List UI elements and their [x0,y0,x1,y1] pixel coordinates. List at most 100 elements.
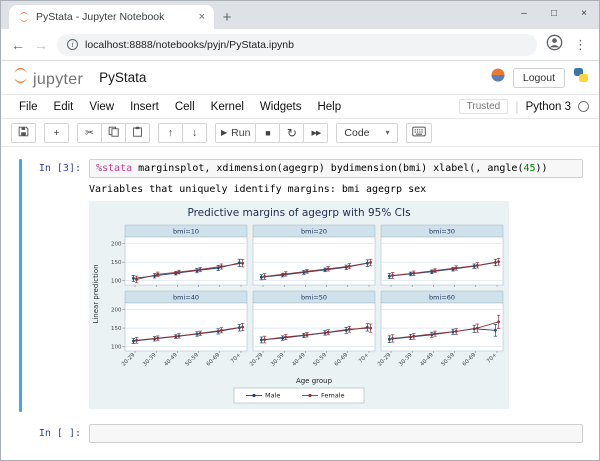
move-cell-up-button[interactable]: ↑ [158,123,183,143]
jupyter-header: jupyter PyStata Logout [1,61,599,95]
browser-tab-bar: PyStata - Jupyter Notebook × + – □ × [1,1,599,29]
svg-text:Linear prediction: Linear prediction [92,264,100,323]
jupyter-logo[interactable]: jupyter [11,67,83,89]
copy-icon [108,126,119,140]
code-token: marginsplot, xdimension(agegrp) bydimens… [132,163,523,174]
svg-text:bmi=30: bmi=30 [429,228,455,236]
jupyter-logo-icon [11,67,30,89]
trusted-badge[interactable]: Trusted [459,99,509,114]
svg-text:bmi=20: bmi=20 [301,228,327,236]
svg-text:Predictive margins of agegrp w: Predictive margins of agegrp with 95% CI… [187,207,410,219]
app-badge-icon [491,68,505,87]
selected-cell-indicator [19,159,22,412]
menu-kernel[interactable]: Kernel [203,101,252,113]
cut-cell-button[interactable]: ✂ [77,123,102,143]
kernel-name: Python 3 [526,101,571,113]
keyboard-icon [412,126,426,140]
empty-input-prompt: In [ ]: [27,424,89,439]
svg-text:Age group: Age group [296,377,333,385]
svg-text:100: 100 [111,279,122,285]
command-palette-button[interactable] [406,123,432,143]
menu-cell[interactable]: Cell [167,101,203,113]
save-button[interactable] [11,123,36,143]
arrow-down-icon: ↓ [192,127,197,139]
input-prompt: In [3]: [27,159,89,174]
browser-navbar: ← → i localhost:8888/notebooks/pyjn/PySt… [1,29,599,61]
svg-text:100: 100 [111,345,122,351]
copy-cell-button[interactable] [101,123,126,143]
menu-insert[interactable]: Insert [122,101,167,113]
svg-text:150: 150 [111,326,122,332]
profile-avatar-icon[interactable] [546,34,563,56]
menu-view[interactable]: View [81,101,122,113]
code-editor[interactable]: %stata marginsplot, xdimension(agegrp) b… [89,159,583,178]
svg-text:bmi=10: bmi=10 [173,228,199,236]
url-text[interactable]: localhost:8888/notebooks/pyjn/PyStata.ip… [85,39,294,51]
restart-run-all-button[interactable]: ▶▶ [303,123,328,143]
kernel-separator: | [515,99,518,114]
menu-file[interactable]: File [11,101,46,113]
menu-help[interactable]: Help [309,101,349,113]
url-bar[interactable]: i localhost:8888/notebooks/pyjn/PyStata.… [57,34,537,56]
code-token-close: )) [536,163,548,174]
python-logo-icon [573,67,589,88]
interrupt-kernel-button[interactable]: ■ [255,123,280,143]
stop-icon: ■ [265,128,270,138]
code-cell-selected[interactable]: In [3]: %stata marginsplot, xdimension(a… [19,157,583,414]
notebook-toolbar: + ✂ ↑ [1,119,599,147]
jupyter-logo-text: jupyter [33,71,83,89]
restart-kernel-button[interactable]: ↻ [279,123,304,143]
back-icon[interactable]: ← [11,37,25,53]
menu-widgets[interactable]: Widgets [252,101,310,113]
tab-title: PyStata - Jupyter Notebook [36,11,190,23]
move-cell-down-button[interactable]: ↓ [182,123,207,143]
browser-menu-icon[interactable]: ⋮ [572,37,589,53]
output-prompt [27,181,89,185]
restart-icon: ↻ [287,126,297,140]
svg-text:200: 200 [111,308,122,314]
paste-cell-button[interactable] [125,123,150,143]
output-text: Variables that uniquely identify margins… [89,181,583,201]
tab-close-icon[interactable]: × [196,11,208,23]
window-controls: – □ × [509,1,599,25]
svg-text:bmi=60: bmi=60 [429,294,455,302]
magic-token: %stata [96,163,132,174]
forward-icon[interactable]: → [34,37,48,53]
stata-marginsplot-figure: Predictive margins of agegrp with 95% CI… [89,201,509,412]
save-icon [18,126,29,140]
svg-text:Male: Male [265,392,280,400]
run-label: Run [231,127,250,139]
clipboard-icon [132,126,143,140]
plus-icon: + [53,127,59,139]
run-icon: ▶ [221,128,227,137]
notebook-menubar: File Edit View Insert Cell Kernel Widget… [1,95,599,119]
add-cell-button[interactable]: + [44,123,69,143]
minimize-button[interactable]: – [509,1,539,25]
jupyter-favicon-icon [18,11,30,23]
logout-button[interactable]: Logout [513,68,565,88]
header-right: Logout [491,67,589,88]
run-cell-button[interactable]: ▶ Run [215,123,256,143]
svg-text:bmi=50: bmi=50 [301,294,327,302]
notebook-title[interactable]: PyStata [99,70,146,85]
chevron-down-icon: ▾ [386,128,390,137]
svg-text:bmi=40: bmi=40 [173,294,199,302]
browser-window: PyStata - Jupyter Notebook × + – □ × ← →… [0,0,600,461]
arrow-up-icon: ↑ [168,127,173,139]
new-tab-button[interactable]: + [214,5,240,29]
site-info-icon[interactable]: i [67,39,78,50]
output-area: Variables that uniquely identify margins… [89,181,583,412]
empty-code-editor[interactable] [89,424,583,443]
notebook-area: In [3]: %stata marginsplot, xdimension(a… [1,147,599,460]
empty-code-cell[interactable]: In [ ]: [19,422,583,445]
svg-text:150: 150 [111,260,122,266]
maximize-button[interactable]: □ [539,1,569,25]
scissors-icon: ✂ [85,127,94,139]
kernel-idle-icon [578,101,589,112]
menu-edit[interactable]: Edit [46,101,82,113]
browser-tab[interactable]: PyStata - Jupyter Notebook × [9,5,214,29]
cell-type-value: Code [344,127,369,139]
close-button[interactable]: × [569,1,599,25]
cell-type-dropdown[interactable]: Code ▾ [336,123,397,143]
number-token: 45 [523,163,535,174]
